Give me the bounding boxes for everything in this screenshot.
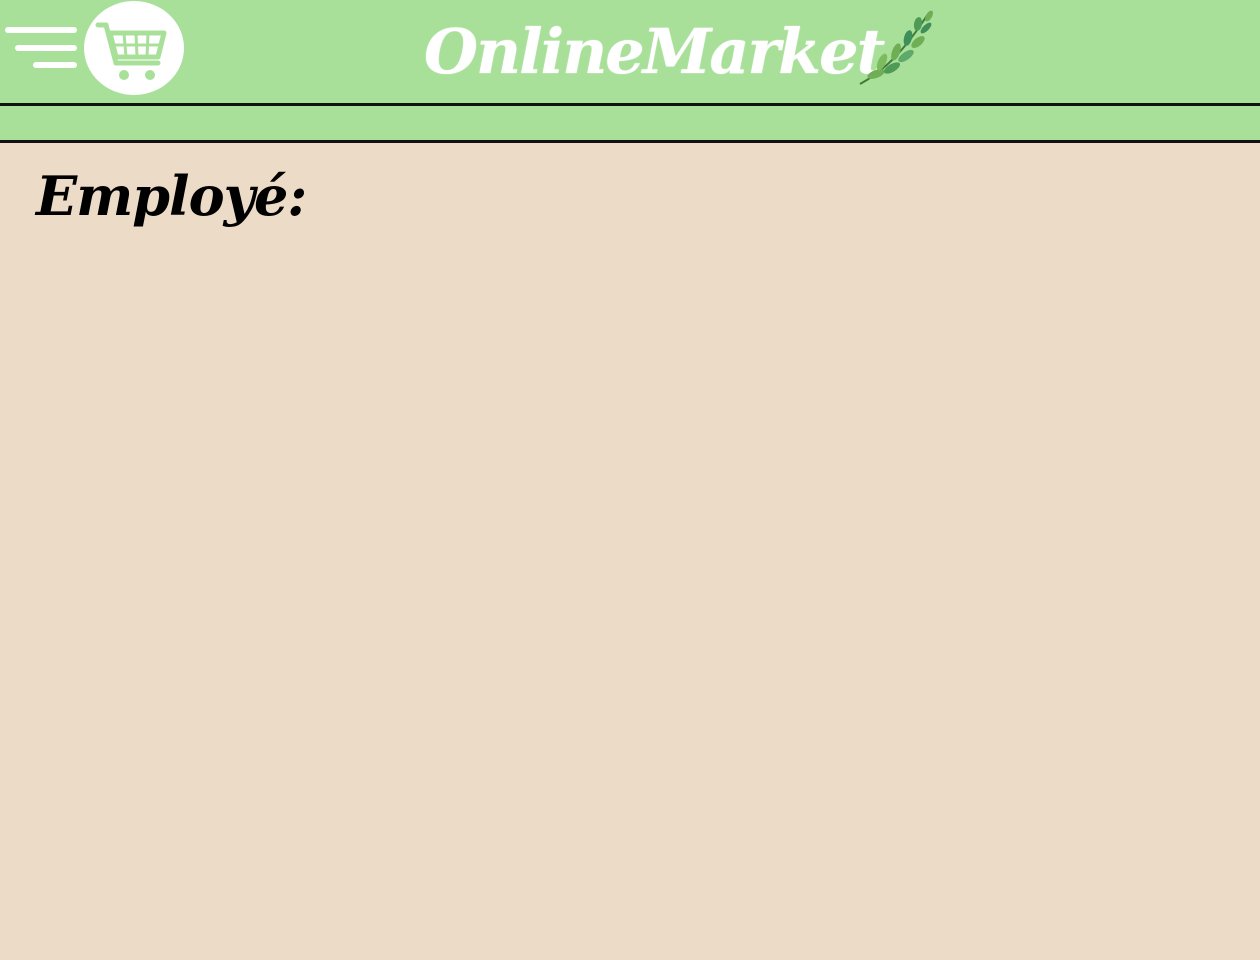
- top-header: OnlineMarket: [0, 0, 1260, 106]
- hamburger-menu-icon[interactable]: [4, 24, 78, 72]
- section-title: Employé:: [36, 164, 307, 228]
- brand-title: OnlineMarket: [424, 15, 885, 88]
- secondary-nav-bar: [0, 106, 1260, 143]
- leaf-branch-icon: [856, 8, 936, 90]
- shopping-cart-icon[interactable]: [84, 1, 184, 95]
